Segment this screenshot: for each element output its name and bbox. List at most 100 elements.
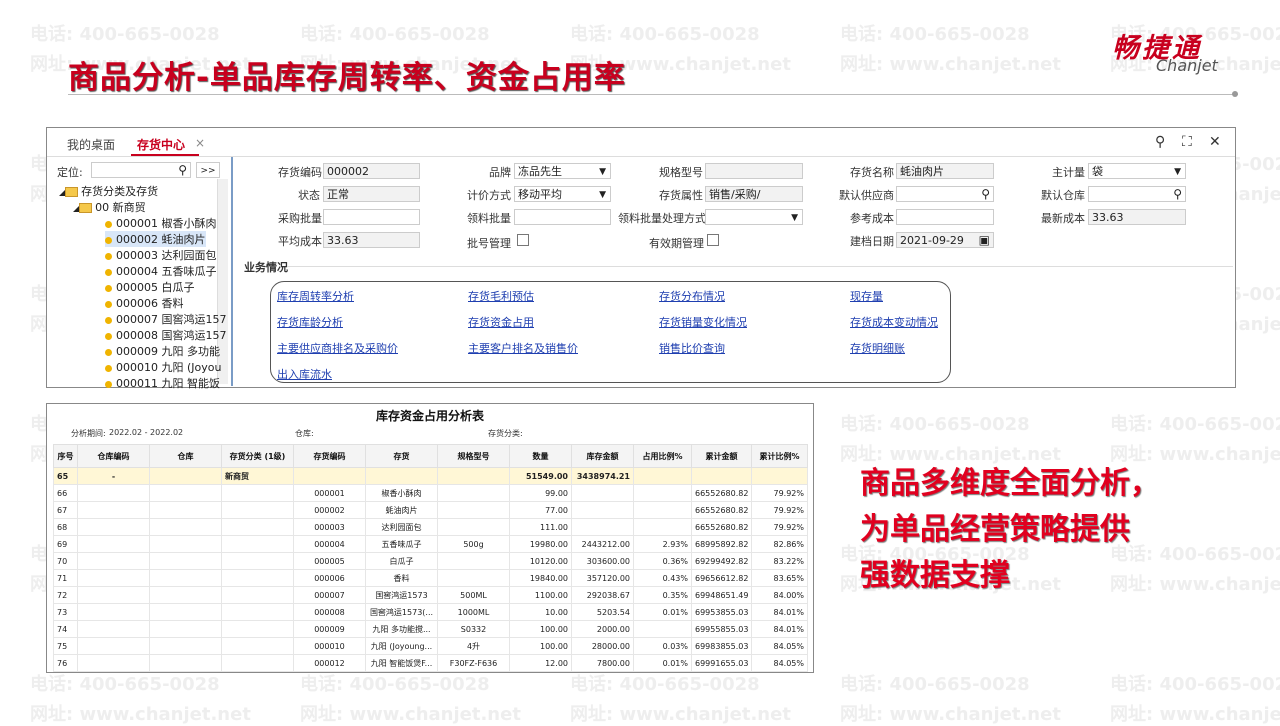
locate-input[interactable]: ⚲	[91, 162, 191, 178]
purchase-batch-field[interactable]	[323, 209, 420, 225]
price-method-select[interactable]: 移动平均 ▼	[514, 186, 611, 202]
ref-cost-field[interactable]	[896, 209, 994, 225]
table-cell: 000005	[293, 552, 366, 570]
search-icon[interactable]: ⚲	[981, 187, 990, 201]
table-cell: 19840.00	[509, 569, 572, 587]
avg-cost-field[interactable]: 33.63	[323, 232, 420, 248]
business-link[interactable]: 销售比价查询	[659, 340, 725, 356]
table-cell: 357120.00	[571, 569, 634, 587]
latest-cost-field[interactable]: 33.63	[1088, 209, 1186, 225]
tree-group[interactable]: ◢ 00 新商贸	[73, 199, 146, 215]
tree-item[interactable]: 000011 九阳 智能饭	[105, 375, 220, 391]
batch-mgmt-checkbox[interactable]	[517, 234, 529, 246]
calendar-icon[interactable]: ▣	[979, 233, 990, 247]
business-link[interactable]: 库存周转率分析	[277, 288, 354, 304]
pick-method-select[interactable]: ▼	[705, 209, 803, 225]
expiry-mgmt-checkbox[interactable]	[707, 234, 719, 246]
status-field[interactable]: 正常	[323, 186, 420, 202]
table-cell: 79.92%	[751, 501, 808, 519]
table-row[interactable]: 75 000010 九阳 (Joyoung... 4升 100.00 28000.00 0.…	[53, 637, 808, 655]
spec-field[interactable]	[705, 163, 803, 179]
column-header: 仓库	[149, 444, 222, 468]
table-cell	[149, 603, 222, 621]
table-row[interactable]: 65- 新商贸 51549.00 3438974.21	[53, 467, 808, 485]
tree-item[interactable]: 000005 白瓜子	[105, 279, 195, 295]
table-row[interactable]: 69 000004 五香味瓜子 500g 19980.00 2443212.00 2.93%…	[53, 535, 808, 553]
tree-item[interactable]: 000002 蚝油肉片	[105, 231, 206, 247]
column-header: 存货	[365, 444, 438, 468]
business-link[interactable]: 存货库龄分析	[277, 314, 343, 330]
unit-select[interactable]: 袋 ▼	[1088, 163, 1186, 179]
tab-my-desktop[interactable]: 我的桌面	[67, 136, 115, 153]
tree-item[interactable]: 000009 九阳 多功能	[105, 343, 220, 359]
table-row[interactable]: 66 000001 椒香小酥肉 99.00 66552680.82 79.92%	[53, 484, 808, 502]
business-link[interactable]: 存货明细账	[850, 340, 905, 356]
table-cell	[751, 467, 808, 485]
brand-select[interactable]: 冻品先生 ▼	[514, 163, 611, 179]
close-icon[interactable]: ✕	[1209, 134, 1221, 150]
search-icon[interactable]: ⚲	[1155, 134, 1165, 150]
business-link[interactable]: 存货分布情况	[659, 288, 725, 304]
table-cell: 0.36%	[633, 552, 692, 570]
watermark-site: 网址: www.chanjet.net	[840, 54, 1061, 75]
table-cell	[149, 586, 222, 604]
table-cell	[571, 501, 634, 519]
table-row[interactable]: 73 000008 国窖鸿运1573(... 1000ML 10.00 5203.54 0.…	[53, 603, 808, 621]
business-link[interactable]: 现存量	[850, 288, 883, 304]
business-link[interactable]: 存货毛利预估	[468, 288, 534, 304]
business-link[interactable]: 存货成本变动情况	[850, 314, 938, 330]
table-cell	[77, 518, 150, 536]
supplier-field[interactable]: ⚲	[896, 186, 994, 202]
business-link[interactable]: 存货销量变化情况	[659, 314, 747, 330]
attr-field[interactable]: 销售/采购/	[705, 186, 803, 202]
fullscreen-icon[interactable]: ⛶	[1182, 134, 1192, 150]
table-cell	[633, 501, 692, 519]
created-date-field[interactable]: 2021-09-29 ▣	[896, 232, 994, 248]
business-link[interactable]: 出入库流水	[277, 366, 332, 382]
tab-inventory-center[interactable]: 存货中心	[137, 136, 185, 153]
tree-item[interactable]: 000003 达利园面包	[105, 247, 217, 263]
name-field[interactable]: 蚝油肉片	[896, 163, 994, 179]
search-icon[interactable]: ⚲	[178, 163, 187, 177]
tree-item[interactable]: 000008 国窖鸿运157	[105, 327, 226, 343]
table-row[interactable]: 67 000002 蚝油肉片 77.00 66552680.82 79.92%	[53, 501, 808, 519]
table-cell	[437, 501, 510, 519]
table-cell: 66552680.82	[691, 501, 752, 519]
brand-logo-subtext: Chanjet	[1156, 56, 1218, 75]
table-cell	[77, 552, 150, 570]
tree-root[interactable]: ◢ 存货分类及存货	[59, 183, 158, 199]
table-row[interactable]: 68 000003 达利园面包 111.00 66552680.82 79.92%	[53, 518, 808, 536]
table-row[interactable]: 72 000007 国窖鸿运1573 500ML 1100.00 292038.67 0.3…	[53, 586, 808, 604]
tab-close-icon[interactable]: ×	[195, 136, 205, 150]
locate-go-button[interactable]: >>	[196, 162, 220, 178]
report-table: 序号 仓库编码 仓库 存货分类 (1级) 存货编码 存货 规格型号 数量 库存金额 占用比例% 累计…	[53, 444, 808, 672]
table-row[interactable]: 71 000006 香料 19840.00 357120.00 0.43% 69656612…	[53, 569, 808, 587]
table-cell: 69	[53, 535, 78, 553]
column-header: 序号	[53, 444, 78, 468]
table-row[interactable]: 70 000005 白瓜子 10120.00 303600.00 0.36% 6929949…	[53, 552, 808, 570]
tree-item[interactable]: 000010 九阳 (Joyou	[105, 359, 221, 375]
table-row[interactable]: 76 000012 九阳 智能饭煲F... F30FZ-F636 12.00 7800.0…	[53, 654, 808, 672]
column-header: 累计金额	[691, 444, 752, 468]
table-row[interactable]: 74 000009 九阳 多功能搅... S0332 100.00 2000.00 6995…	[53, 620, 808, 638]
business-link[interactable]: 主要供应商排名及采购价	[277, 340, 398, 356]
table-cell: 99.00	[509, 484, 572, 502]
table-cell: 84.05%	[751, 637, 808, 655]
tree-item[interactable]: 000001 椒香小酥肉	[105, 215, 217, 231]
watermark-phone: 电话: 400-665-0028	[30, 24, 220, 45]
batch-mgmt-label: 批号管理	[467, 237, 511, 250]
warehouse-field[interactable]: ⚲	[1088, 186, 1186, 202]
code-field[interactable]: 000002	[323, 163, 420, 179]
table-cell: 4升	[437, 637, 510, 655]
warehouse-filter-label: 仓库:	[295, 429, 314, 438]
business-link[interactable]: 主要客户排名及销售价	[468, 340, 578, 356]
table-cell: 0.43%	[633, 569, 692, 587]
pick-batch-field[interactable]	[514, 209, 611, 225]
tree-item[interactable]: 000007 国窖鸿运157	[105, 311, 226, 327]
tree-item[interactable]: 000004 五香味瓜子	[105, 263, 217, 279]
table-cell	[221, 535, 294, 553]
search-icon[interactable]: ⚲	[1173, 187, 1182, 201]
business-link[interactable]: 存货资金占用	[468, 314, 534, 330]
table-cell: 九阳 多功能搅...	[365, 620, 438, 638]
tree-item[interactable]: 000006 香料	[105, 295, 184, 311]
